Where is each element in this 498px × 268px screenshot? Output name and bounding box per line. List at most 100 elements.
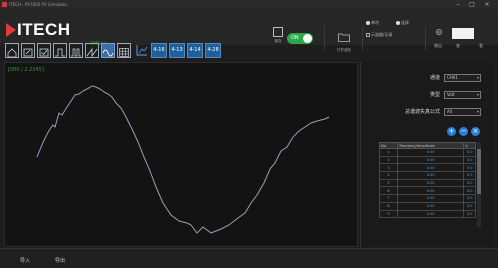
time-cell[interactable]: 0.00 [396,201,465,211]
step-wave-button[interactable] [53,43,67,58]
home-tool-button[interactable] [5,43,19,58]
waveform-plot[interactable]: [000 / 2.2345] [4,62,358,247]
save-tool[interactable]: 保存 [270,27,286,44]
table-row[interactable]: 8 0.00 0.0 [379,201,476,211]
pulse-wave-button[interactable] [69,43,83,58]
time-cell[interactable]: 0.00 [396,209,465,219]
type-select[interactable]: Volt ▾ [444,91,481,99]
points-table: No. Time(ms)/Amplitude V 1 0.00 0.0 2 0.00 0.… [379,142,476,219]
ramp-wave-icon [86,47,98,58]
step-wave-icon [55,48,65,57]
row-index: 9 [379,209,398,219]
save-label: 保存 [274,39,282,43]
radio-dot-icon [366,21,370,25]
application-window: ITECH - PV7000 PV Simulator – □ × ITECH … [0,0,498,268]
table-row[interactable]: 7 0.00 0.0 [379,194,476,203]
row-index: 1 [379,148,398,157]
view-label-2: 看 [479,43,483,48]
open-waveform-tool[interactable]: 打开波形 [332,27,356,53]
clear-rows-button[interactable]: × [471,127,480,136]
time-cell[interactable]: 0.00 [396,171,465,180]
tab-4-28[interactable]: 4-28 [205,43,221,58]
formula-label: 总谐波失真公式 [404,109,440,115]
value-cell[interactable]: 0.0 [463,194,476,203]
edit-tool-button[interactable] [21,43,35,58]
table-row[interactable]: 9 0.00 0.0 [379,209,476,219]
value-cell[interactable]: 0.0 [463,148,476,157]
channel-select[interactable]: CH01 ▾ [444,74,481,82]
time-cell[interactable]: 0.00 [396,148,465,157]
table-row[interactable]: 5 0.00 0.0 [379,178,476,188]
single-option[interactable]: 单次 [366,20,379,26]
sine-wave-button[interactable] [101,43,115,58]
table-row[interactable]: 6 0.00 0.0 [379,186,476,196]
time-cell[interactable]: 0.00 [396,194,465,203]
table-row[interactable]: 3 0.00 0.0 [379,163,476,173]
row-index: 8 [379,201,398,211]
header: ITECH Offline 保存 ON 打开波形 单次 连续 示波器/记录 输出… [0,9,498,52]
tab-4-14[interactable]: 4-14 [187,43,203,58]
ramp-wave-button[interactable] [85,43,99,58]
grid-table-icon [119,48,129,57]
formula-select[interactable]: All ▾ [444,108,481,116]
row-index: 7 [379,194,398,203]
document-icon [273,27,283,37]
close-button[interactable]: × [481,0,493,9]
tab-4-13[interactable]: 4-13 [169,43,185,58]
maximize-button[interactable]: □ [466,0,478,9]
status-display [452,28,474,39]
chevron-down-icon: ▾ [476,75,479,80]
export-button[interactable]: 导出 [55,257,65,264]
value-cell[interactable]: 0.0 [463,186,476,196]
time-cell[interactable]: 0.00 [396,186,465,196]
time-cell[interactable]: 0.00 [396,163,465,173]
table-row[interactable]: 2 0.00 0.0 [379,155,476,165]
value-cell[interactable]: 0.0 [463,163,476,173]
radio-dot-icon [396,21,400,25]
time-cell[interactable]: 0.00 [396,155,465,165]
import-button[interactable]: 导入 [20,257,30,264]
checkbox-tool-icon [39,48,49,57]
value-cell[interactable]: 0.0 [463,171,476,180]
scope-record-checkbox[interactable]: 示波器/记录 [366,32,392,38]
chart-tool-button[interactable] [135,43,149,58]
tab-4-16[interactable]: 4-16 [151,43,167,58]
toggle-label: ON [291,35,299,41]
output-label: 输出 [434,43,442,48]
row-index: 6 [379,186,398,196]
remove-row-button[interactable]: − [459,127,468,136]
value-cell[interactable]: 0.0 [463,178,476,188]
time-cell[interactable]: 0.00 [396,178,465,188]
type-label: 类型 [429,92,440,98]
minus-icon: − [460,127,467,135]
header-divider [324,26,325,50]
chevron-down-icon: ▾ [476,92,479,97]
waveform-curve [36,85,330,234]
row-index: 5 [379,178,398,188]
title-bar: ITECH - PV7000 PV Simulator – □ × [0,0,498,9]
output-toggle[interactable]: ON [287,33,313,44]
waveform-canvas [36,85,330,234]
scrollbar-thumb[interactable] [477,149,481,194]
value-cell[interactable]: 0.0 [463,209,476,219]
bottom-bar: 导入 导出 [0,248,498,268]
folder-icon [338,33,350,42]
repeat-option[interactable]: 连续 [396,20,409,26]
home-icon [7,48,17,58]
table-row[interactable]: 4 0.00 0.0 [379,171,476,180]
view-label-1: 查 [456,43,460,48]
output-tool[interactable] [433,21,445,40]
check-tool-button[interactable] [37,43,51,58]
logo-chevron-icon [6,23,16,37]
checkbox-icon [366,33,370,37]
value-cell[interactable]: 0.0 [463,201,476,211]
value-cell[interactable]: 0.0 [463,155,476,165]
table-scrollbar[interactable] [477,142,481,227]
table-tool-button[interactable] [117,43,131,58]
table-row[interactable]: 1 0.00 0.0 [379,148,476,157]
header-divider [425,26,426,50]
add-row-button[interactable]: + [447,127,456,136]
app-icon [2,2,7,7]
plus-icon: + [448,127,455,135]
minimize-button[interactable]: – [452,0,464,9]
